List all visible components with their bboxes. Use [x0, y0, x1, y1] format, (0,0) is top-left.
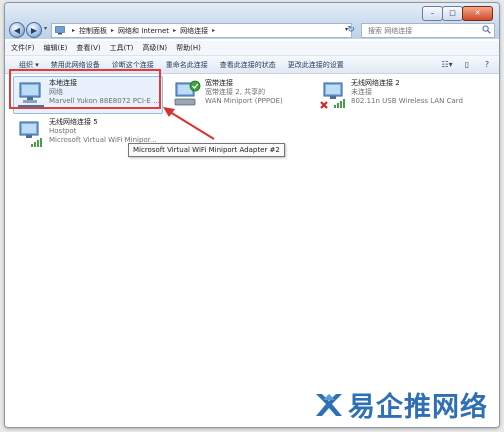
search-box[interactable]: [361, 23, 495, 38]
connection-status: 未连接: [351, 88, 372, 96]
wireless-adapter-icon: [19, 121, 42, 147]
history-dropdown-icon[interactable]: ▾: [44, 25, 47, 32]
connection-wireless-2[interactable]: 无线网络连接 2 未连接 802.11n USB Wireless LAN Ca…: [316, 77, 464, 113]
breadcrumb-network-connections[interactable]: 网络连接: [180, 26, 208, 36]
connection-device: WAN Miniport (PPPOE): [205, 97, 283, 105]
menu-tools[interactable]: 工具(T): [110, 43, 134, 53]
watermark-logo-icon: [316, 393, 342, 416]
explorer-window: – □ ✕ ◀ ▶ ▾ ▸ 控制面板 ▸ 网络和 Internet ▸ 网络连接…: [4, 2, 500, 428]
connection-status: 网络: [49, 88, 63, 96]
title-bar: – □ ✕ ◀ ▶ ▾ ▸ 控制面板 ▸ 网络和 Internet ▸ 网络连接…: [5, 3, 499, 39]
refresh-button[interactable]: ↻: [344, 23, 358, 36]
menu-edit[interactable]: 编辑(E): [44, 43, 68, 53]
back-arrow-icon: ◀: [13, 25, 21, 35]
breadcrumb-chevron-icon[interactable]: ▸: [173, 27, 176, 34]
breadcrumb-control-panel[interactable]: 控制面板: [79, 26, 107, 36]
search-icon[interactable]: [482, 25, 491, 34]
diagnose-connection-button[interactable]: 诊断这个连接: [112, 60, 154, 70]
breadcrumb-chevron-icon[interactable]: ▸: [212, 27, 215, 34]
maximize-button[interactable]: □: [442, 6, 463, 21]
help-icon[interactable]: ?: [481, 59, 493, 70]
breadcrumb-network-internet[interactable]: 网络和 Internet: [118, 26, 169, 36]
breadcrumb-chevron-icon: ▸: [72, 27, 76, 34]
organize-button[interactable]: 组织 ▾: [19, 60, 39, 70]
forward-button[interactable]: ▶: [26, 22, 42, 38]
rename-connection-button[interactable]: 重命名此连接: [166, 60, 208, 70]
connection-name: 无线网络连接 5: [49, 118, 98, 126]
connection-status: Hostpot: [49, 127, 77, 135]
wireless-adapter-icon: [320, 82, 345, 109]
close-button[interactable]: ✕: [462, 6, 493, 21]
broadband-modem-icon: [174, 80, 201, 106]
connection-broadband[interactable]: 宽带连接 宽带连接 2, 共享的 WAN Miniport (PPPOE): [170, 77, 318, 113]
menu-view[interactable]: 查看(V): [76, 43, 100, 53]
view-options-icon[interactable]: ☷▾: [441, 59, 453, 70]
menu-bar: 文件(F) 编辑(E) 查看(V) 工具(T) 高级(N) 帮助(H): [5, 41, 499, 56]
window-controls: – □ ✕: [422, 6, 493, 21]
connection-local-area[interactable]: 本地连接 网络 Marvell Yukon 88E8072 PCI-E ...: [13, 76, 163, 114]
menu-file[interactable]: 文件(F): [11, 43, 35, 53]
view-status-button[interactable]: 查看此连接的状态: [220, 60, 276, 70]
connection-status: 宽带连接 2, 共享的: [205, 88, 266, 96]
connection-text: 本地连接 网络 Marvell Yukon 88E8072 PCI-E ...: [49, 79, 161, 106]
connection-name: 无线网络连接 2: [351, 79, 400, 87]
forward-arrow-icon: ▶: [30, 25, 38, 35]
connections-pane: 本地连接 网络 Marvell Yukon 88E8072 PCI-E ... …: [5, 74, 499, 427]
watermark-text: 易企推网络: [348, 392, 488, 423]
connection-name: 宽带连接: [205, 79, 233, 87]
menu-help[interactable]: 帮助(H): [176, 43, 201, 53]
control-panel-icon: [55, 26, 65, 35]
connection-text: 宽带连接 宽带连接 2, 共享的 WAN Miniport (PPPOE): [205, 79, 317, 106]
minimize-button[interactable]: –: [422, 6, 443, 21]
view-controls: ☷▾ ▯ ?: [433, 59, 493, 70]
device-tooltip: Microsoft Virtual WiFi Miniport Adapter …: [128, 143, 285, 157]
menu-advanced[interactable]: 高级(N): [142, 43, 167, 53]
address-bar[interactable]: ▸ 控制面板 ▸ 网络和 Internet ▸ 网络连接 ▸ ▾: [51, 23, 352, 38]
preview-pane-icon[interactable]: ▯: [461, 59, 473, 70]
connection-text: 无线网络连接 2 未连接 802.11n USB Wireless LAN Ca…: [351, 79, 463, 106]
watermark: 易企推网络: [313, 385, 488, 424]
connection-device: 802.11n USB Wireless LAN Card: [351, 97, 463, 105]
change-settings-button[interactable]: 更改此连接的设置: [288, 60, 344, 70]
disable-device-button[interactable]: 禁用此网络设备: [51, 60, 100, 70]
search-input[interactable]: [368, 26, 480, 35]
connection-device: Marvell Yukon 88E8072 PCI-E ...: [49, 97, 160, 105]
network-adapter-icon: [18, 82, 44, 107]
connection-name: 本地连接: [49, 79, 77, 87]
command-toolbar: 组织 ▾ 禁用此网络设备 诊断这个连接 重命名此连接 查看此连接的状态 更改此连…: [5, 56, 499, 74]
back-button[interactable]: ◀: [9, 22, 25, 38]
connection-text: 无线网络连接 5 Hostpot Microsoft Virtual WiFi …: [49, 118, 161, 145]
refresh-icon: ↻: [347, 24, 355, 35]
breadcrumb-chevron-icon[interactable]: ▸: [111, 27, 114, 34]
